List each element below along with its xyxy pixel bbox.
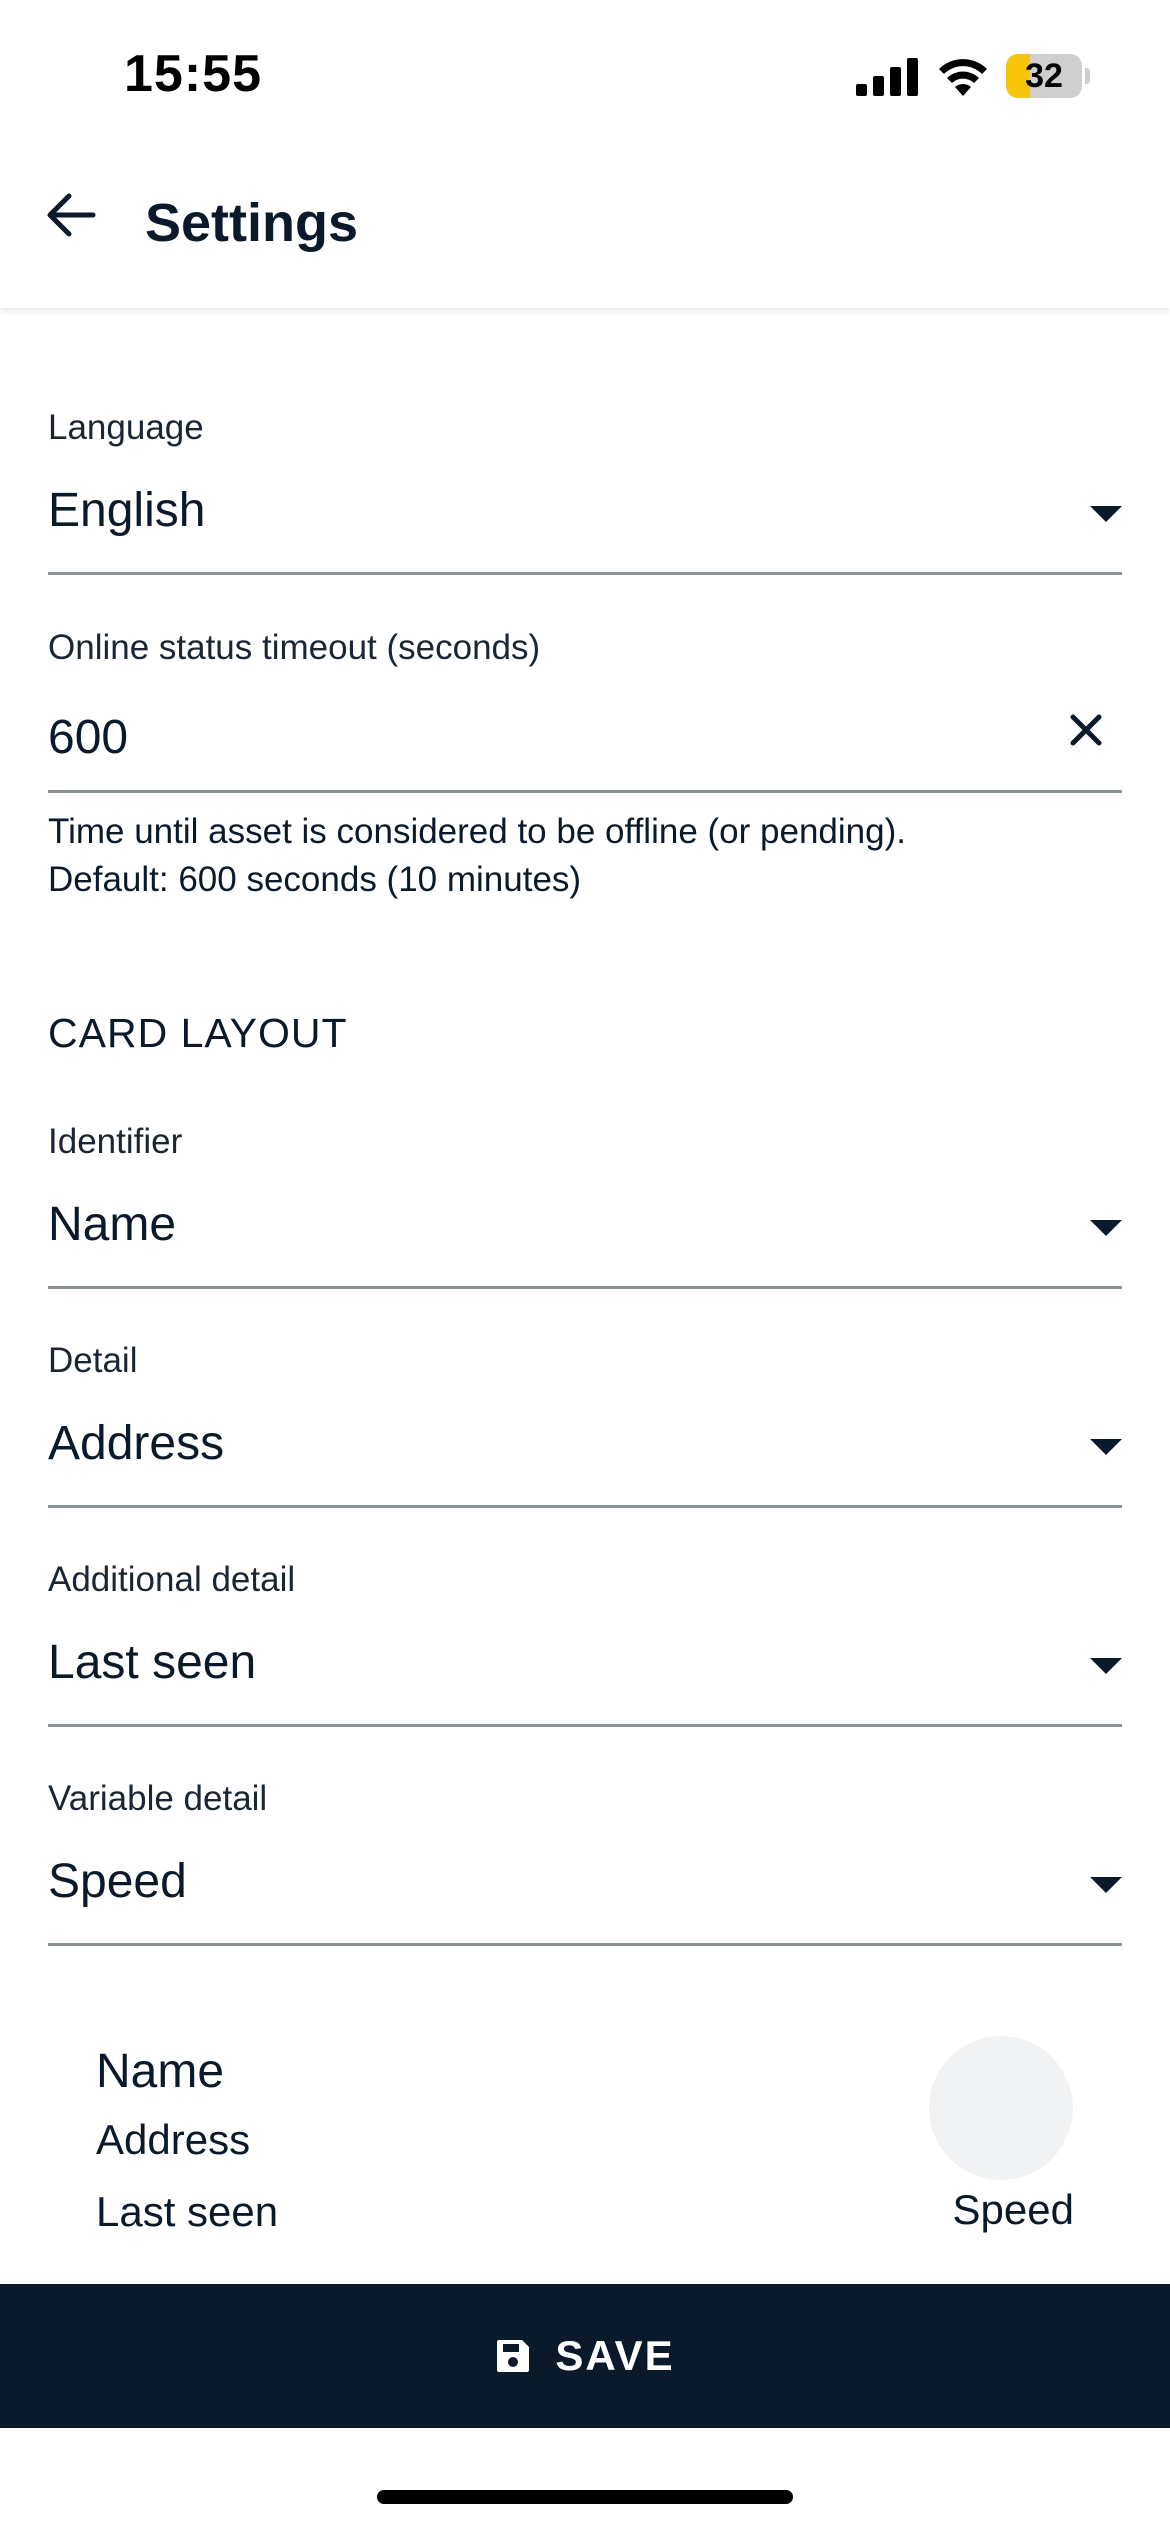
preview-avatar bbox=[929, 2036, 1073, 2180]
online-timeout-label: Online status timeout (seconds) bbox=[48, 628, 541, 667]
detail-label: Detail bbox=[48, 1341, 138, 1380]
detail-select[interactable]: Detail Address bbox=[48, 1341, 1122, 1509]
cellular-signal-icon bbox=[856, 58, 918, 96]
settings-screen: 15:55 32 Settings Language English Onlin… bbox=[0, 0, 1170, 2532]
field-underline bbox=[48, 1505, 1122, 1508]
dropdown-arrow-icon bbox=[1090, 506, 1122, 522]
additional-detail-label: Additional detail bbox=[48, 1560, 296, 1599]
battery-level: 32 bbox=[1025, 57, 1063, 95]
detail-value: Address bbox=[48, 1417, 225, 1470]
dropdown-arrow-icon bbox=[1090, 1877, 1122, 1893]
card-layout-heading: CARD LAYOUT bbox=[48, 1010, 348, 1056]
preview-address: Address bbox=[96, 2116, 251, 2163]
home-indicator bbox=[377, 2490, 793, 2504]
field-underline bbox=[48, 790, 1122, 793]
preview-variable: Speed bbox=[952, 2186, 1074, 2233]
card-preview: Name Address Last seen Speed bbox=[48, 2000, 1122, 2284]
dropdown-arrow-icon bbox=[1090, 1220, 1122, 1236]
variable-detail-value: Speed bbox=[48, 1855, 187, 1908]
clear-icon[interactable] bbox=[1066, 710, 1106, 750]
variable-detail-label: Variable detail bbox=[48, 1779, 268, 1818]
preview-last-seen: Last seen bbox=[96, 2188, 279, 2235]
helper-line-1: Time until asset is considered to be off… bbox=[48, 812, 906, 851]
variable-detail-select[interactable]: Variable detail Speed bbox=[48, 1779, 1122, 1947]
back-button[interactable] bbox=[36, 180, 106, 250]
additional-detail-select[interactable]: Additional detail Last seen bbox=[48, 1560, 1122, 1728]
field-underline bbox=[48, 1724, 1122, 1727]
dropdown-arrow-icon bbox=[1090, 1439, 1122, 1455]
wifi-icon bbox=[939, 59, 987, 96]
app-bar: Settings bbox=[0, 140, 1170, 308]
battery-icon: 32 bbox=[1006, 54, 1090, 98]
page-title: Settings bbox=[145, 193, 359, 253]
field-underline bbox=[48, 572, 1122, 575]
dropdown-arrow-icon bbox=[1090, 1658, 1122, 1674]
identifier-label: Identifier bbox=[48, 1122, 183, 1161]
save-label: SAVE bbox=[555, 2332, 675, 2379]
language-value: English bbox=[48, 484, 206, 537]
status-bar: 15:55 32 bbox=[0, 0, 1170, 140]
helper-line-2: Default: 600 seconds (10 minutes) bbox=[48, 860, 582, 899]
battery-body: 32 bbox=[1006, 54, 1082, 98]
online-timeout-input[interactable]: 600 bbox=[48, 710, 128, 765]
preview-name: Name bbox=[96, 2045, 225, 2098]
battery-cap bbox=[1085, 68, 1090, 84]
arrow-left-icon bbox=[47, 193, 96, 237]
language-label: Language bbox=[48, 408, 204, 447]
language-select[interactable]: Language English bbox=[48, 408, 1122, 576]
online-timeout-field: Online status timeout (seconds) 600 Time… bbox=[48, 628, 1122, 899]
additional-detail-value: Last seen bbox=[48, 1636, 257, 1689]
status-time: 15:55 bbox=[124, 45, 262, 103]
save-button[interactable]: SAVE bbox=[0, 2284, 1170, 2428]
field-underline bbox=[48, 1943, 1122, 1946]
identifier-select[interactable]: Identifier Name bbox=[48, 1122, 1122, 1290]
online-timeout-helper: Time until asset is considered to be off… bbox=[48, 808, 906, 904]
identifier-value: Name bbox=[48, 1198, 177, 1251]
field-underline bbox=[48, 1286, 1122, 1289]
floppy-disk-icon bbox=[497, 2340, 530, 2372]
